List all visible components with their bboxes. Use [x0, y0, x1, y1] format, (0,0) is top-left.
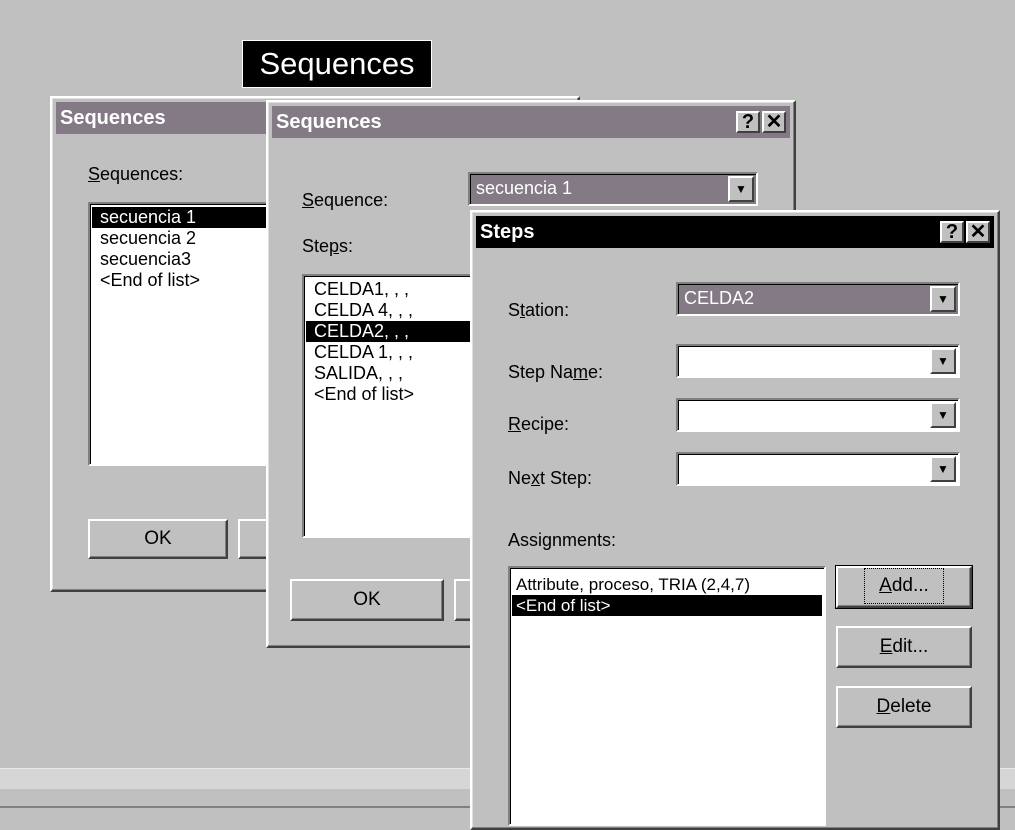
help-button[interactable]: ? — [940, 221, 964, 243]
chevron-down-icon[interactable]: ▼ — [930, 348, 956, 374]
chevron-down-icon[interactable]: ▼ — [930, 402, 956, 428]
close-button[interactable]: ✕ — [762, 111, 786, 133]
dialog-title: Sequences — [276, 111, 382, 133]
steps-label: Steps: — [302, 236, 353, 257]
step-name-label: Step Name: — [508, 362, 603, 383]
chevron-down-icon[interactable]: ▼ — [930, 286, 956, 312]
close-button[interactable]: ✕ — [966, 221, 990, 243]
button-label: dit... — [892, 636, 929, 657]
help-button[interactable]: ? — [736, 111, 760, 133]
ok-button[interactable]: OK — [290, 579, 444, 621]
delete-button[interactable]: Delete — [836, 686, 972, 728]
sequences-caption: Sequences — [242, 40, 432, 88]
recipe-label: Recipe: — [508, 414, 569, 435]
mnemonic: g — [542, 530, 553, 550]
label-text: Ste — [302, 236, 330, 256]
button-label: OK — [353, 589, 381, 610]
dialog-title: Steps — [480, 221, 535, 243]
label-text: ation: — [525, 300, 570, 320]
mnemonic: E — [879, 636, 893, 657]
label-text: s: — [339, 236, 354, 256]
step-name-combo[interactable]: ▼ — [676, 344, 960, 378]
label-text: Step Na — [508, 362, 574, 382]
label-text: ecipe: — [521, 414, 570, 434]
chevron-down-icon[interactable]: ▼ — [930, 456, 956, 482]
titlebar[interactable]: Sequences ? ✕ — [272, 106, 790, 138]
ok-button[interactable]: OK — [88, 519, 228, 559]
chevron-down-icon[interactable]: ▼ — [728, 176, 754, 202]
edit-button[interactable]: Edit... — [836, 626, 972, 668]
label-text: e: — [588, 362, 604, 382]
label-text: t Step: — [540, 468, 593, 488]
button-label: dd... — [891, 575, 929, 596]
next-step-combo[interactable]: ▼ — [676, 452, 960, 486]
label-text: nments: — [552, 530, 617, 550]
station-label: Station: — [508, 300, 569, 321]
mnemonic: S — [302, 190, 315, 210]
assignments-listbox[interactable]: Attribute, proceso, TRIA (2,4,7) <End of… — [508, 566, 826, 826]
list-item[interactable]: secuencia3 — [92, 249, 284, 270]
label-text: equence: — [314, 190, 389, 210]
label-text: Assi — [508, 530, 543, 550]
mnemonic: S — [88, 164, 101, 184]
combo-value: CELDA2 — [684, 288, 755, 308]
station-combo[interactable]: CELDA2 ▼ — [676, 282, 960, 316]
add-button[interactable]: Add... — [835, 565, 973, 609]
steps-dialog[interactable]: Steps ? ✕ Station: CELDA2 ▼ Step Name: ▼… — [470, 210, 1000, 830]
button-label: elete — [890, 696, 932, 717]
list-item[interactable]: secuencia 2 — [92, 228, 284, 249]
combo-value: secuencia 1 — [476, 178, 573, 198]
mnemonic: R — [508, 414, 521, 434]
assignments-label: Assignments: — [508, 530, 616, 551]
list-item[interactable]: <End of list> — [92, 270, 284, 291]
list-item[interactable]: secuencia 1 — [92, 207, 284, 228]
mnemonic: p — [329, 236, 340, 256]
sequence-label: Sequence: — [302, 190, 388, 211]
list-item[interactable]: Attribute, proceso, TRIA (2,4,7) — [512, 574, 822, 595]
sequences-list-label: Sequences: — [88, 164, 183, 185]
label-text: equences: — [100, 164, 184, 184]
sequence-combo[interactable]: secuencia 1 ▼ — [468, 172, 758, 206]
button-label: OK — [144, 528, 172, 549]
label-text: Ne — [508, 468, 532, 488]
titlebar[interactable]: Steps ? ✕ — [476, 216, 994, 248]
mnemonic: x — [531, 468, 541, 488]
next-step-label: Next Step: — [508, 468, 592, 489]
list-item[interactable]: <End of list> — [512, 595, 822, 616]
dialog-title: Sequences — [60, 107, 166, 129]
mnemonic: A — [879, 575, 892, 596]
mnemonic: D — [876, 696, 891, 717]
sequences-listbox[interactable]: secuencia 1 secuencia 2 secuencia3 <End … — [88, 202, 288, 466]
recipe-combo[interactable]: ▼ — [676, 398, 960, 432]
label-text: S — [508, 300, 521, 320]
mnemonic: m — [573, 362, 589, 382]
